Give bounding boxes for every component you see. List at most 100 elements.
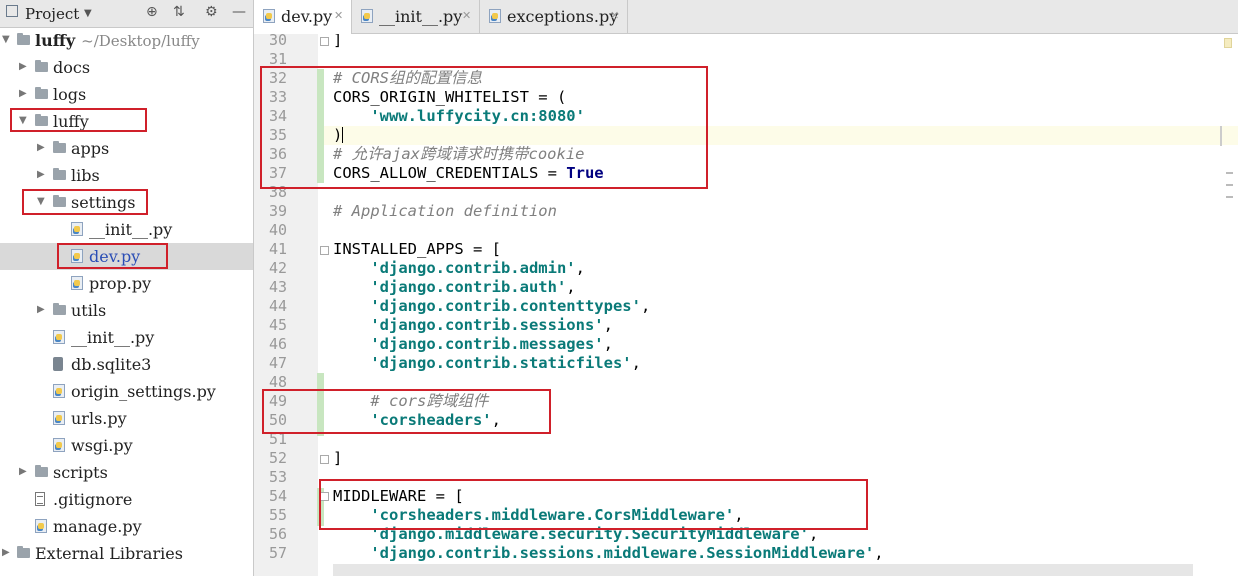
annotation-box-cors-config [260, 66, 708, 189]
python-file-icon [361, 9, 373, 23]
collapse-all-icon[interactable]: ⇅ [173, 4, 185, 20]
tree-item[interactable]: __init__.py [0, 324, 253, 351]
tab-label: exceptions.py [507, 7, 619, 26]
tree-item-label: __init__.py [89, 220, 173, 239]
annotation-box-dev-py [57, 243, 168, 269]
tree-item[interactable]: ▶ docs [0, 54, 253, 81]
close-icon[interactable]: ✕ [610, 9, 619, 22]
tree-item[interactable]: ▶ logs [0, 81, 253, 108]
tree-item-label: External Libraries [35, 544, 183, 563]
chevron-right-icon[interactable]: ▶ [19, 61, 27, 72]
tree-item[interactable]: urls.py [0, 405, 253, 432]
code-line[interactable]: 52] [254, 449, 1238, 468]
code-string: 'django.contrib.messages' [370, 335, 604, 353]
folder-icon [35, 465, 48, 477]
gear-icon[interactable]: ⚙ [205, 4, 218, 20]
line-number: 47 [268, 354, 287, 372]
line-number: 42 [268, 259, 287, 277]
chevron-right-icon[interactable]: ▶ [37, 169, 45, 180]
horizontal-scrollbar[interactable] [333, 564, 1193, 576]
tree-item-label: db.sqlite3 [71, 355, 152, 374]
tree-item[interactable]: origin_settings.py [0, 378, 253, 405]
code-line[interactable]: 44 'django.contrib.contenttypes', [254, 297, 1238, 316]
chevron-right-icon[interactable]: ▶ [37, 142, 45, 153]
folder-icon [53, 303, 66, 315]
hide-panel-icon[interactable]: — [232, 4, 246, 20]
code-line[interactable]: 42 'django.contrib.admin', [254, 259, 1238, 278]
tree-item[interactable]: ▶ utils [0, 297, 253, 324]
tree-item-label: prop.py [89, 274, 152, 293]
tree-item-label: .gitignore [53, 490, 133, 509]
tree-item-label: wsgi.py [71, 436, 133, 455]
tree-item[interactable]: manage.py [0, 513, 253, 540]
code-line[interactable]: 39 # Application definition [254, 202, 1238, 221]
line-number: 52 [268, 449, 287, 467]
tab-init-py[interactable]: __init__.py ✕ [352, 0, 480, 33]
annotation-box-settings [22, 189, 148, 215]
code-comment: # Application definition [333, 202, 557, 220]
code-string: 'django.contrib.contenttypes' [370, 297, 641, 315]
tree-item[interactable]: ▶ External Libraries [0, 540, 253, 567]
code-line[interactable]: 57 'django.contrib.sessions.middleware.S… [254, 544, 1238, 563]
code-string: 'django.contrib.auth' [370, 278, 567, 296]
inspection-status-icon[interactable] [1224, 38, 1232, 48]
tree-item-label: manage.py [53, 517, 142, 536]
line-number: 56 [268, 525, 287, 543]
code-line[interactable]: 41 INSTALLED_APPS = [ [254, 240, 1238, 259]
chevron-right-icon[interactable]: ▶ [19, 88, 27, 99]
line-number: 44 [268, 297, 287, 315]
folder-icon [35, 60, 48, 72]
folder-icon [35, 87, 48, 99]
tree-item-path: ~/Desktop/luffy [81, 32, 200, 50]
code-line[interactable]: 43 'django.contrib.auth', [254, 278, 1238, 297]
tree-item-label: apps [71, 139, 110, 158]
code-token: , [874, 544, 884, 562]
annotation-box-luffy [10, 108, 147, 132]
line-number: 39 [268, 202, 287, 220]
fold-marker-icon[interactable] [320, 246, 329, 255]
tree-item[interactable]: prop.py [0, 270, 253, 297]
tab-exceptions-py[interactable]: exceptions.py ✕ [480, 0, 628, 33]
tree-item[interactable]: __init__.py [0, 216, 253, 243]
project-view-icon [6, 5, 18, 17]
database-file-icon [53, 357, 63, 371]
close-icon[interactable]: ✕ [334, 9, 343, 22]
chevron-right-icon[interactable]: ▶ [2, 547, 10, 558]
code-text: ] [333, 34, 342, 50]
line-number: 45 [268, 316, 287, 334]
tree-item[interactable]: ▶ apps [0, 135, 253, 162]
chevron-right-icon[interactable]: ▶ [37, 304, 45, 315]
project-panel: Project ▼ ⊕ ⇅ ⚙ — ▼ luffy ~/Desktop/luffy ▶… [0, 0, 254, 576]
code-line[interactable]: 46 'django.contrib.messages', [254, 335, 1238, 354]
project-view-selector[interactable]: Project [25, 5, 79, 23]
code-line[interactable]: 47 'django.contrib.staticfiles', [254, 354, 1238, 373]
code-text: 'django.contrib.sessions.middleware.Sess… [333, 544, 884, 563]
chevron-down-icon[interactable]: ▼ [2, 34, 10, 45]
code-text: 'django.contrib.auth', [333, 278, 575, 297]
code-editor[interactable]: 30] 31 32 # CORS组的配置信息 33 CORS_ORIGIN_WHITELI… [254, 34, 1238, 576]
code-line[interactable]: 40 [254, 221, 1238, 240]
code-line[interactable]: 30] [254, 34, 1238, 50]
tree-item-label: scripts [53, 463, 108, 482]
tree-item[interactable]: ▶ libs [0, 162, 253, 189]
tab-label: __init__.py [379, 7, 463, 26]
tree-item[interactable]: ▼ luffy ~/Desktop/luffy [0, 27, 253, 54]
tab-dev-py[interactable]: dev.py ✕ [254, 0, 352, 34]
code-line[interactable]: 45 'django.contrib.sessions', [254, 316, 1238, 335]
tree-item[interactable]: ▶ scripts [0, 459, 253, 486]
tree-item-label: urls.py [71, 409, 127, 428]
locate-icon[interactable]: ⊕ [146, 4, 158, 20]
tree-item[interactable]: .gitignore [0, 486, 253, 513]
chevron-down-icon[interactable]: ▼ [84, 8, 92, 19]
line-number: 40 [268, 221, 287, 239]
tree-item[interactable]: db.sqlite3 [0, 351, 253, 378]
line-number: 57 [268, 544, 287, 562]
chevron-right-icon[interactable]: ▶ [19, 466, 27, 477]
close-icon[interactable]: ✕ [462, 9, 471, 22]
fold-marker-icon[interactable] [320, 455, 329, 464]
fold-marker-icon[interactable] [320, 37, 329, 46]
line-number: 46 [268, 335, 287, 353]
tree-item[interactable]: wsgi.py [0, 432, 253, 459]
